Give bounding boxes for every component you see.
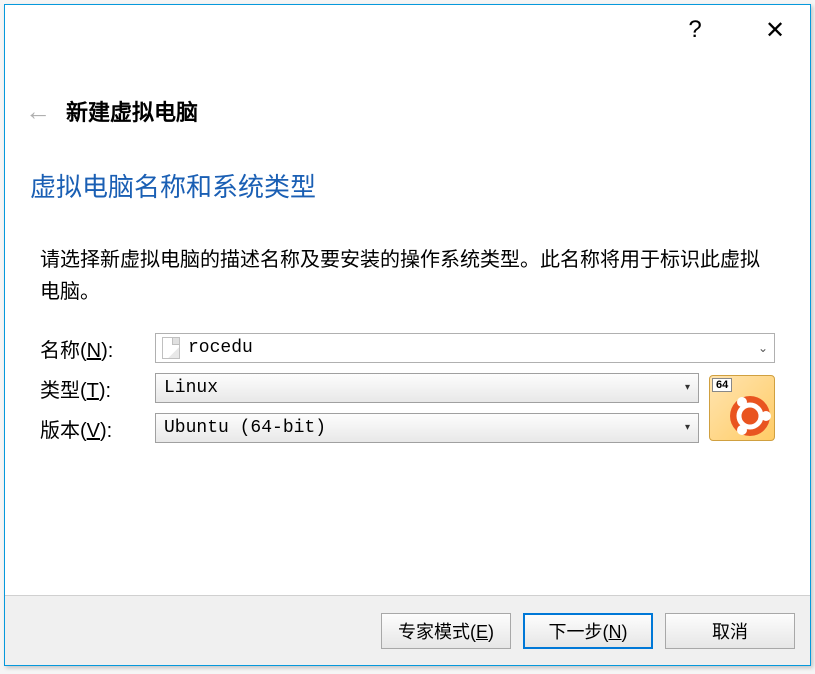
chevron-down-icon: ▾ [685, 382, 690, 394]
name-input[interactable] [188, 338, 752, 358]
type-select-value: Linux [164, 378, 218, 398]
form-area: 名称(N): ⌄ 类型(T): Linux ▾ [40, 333, 775, 453]
name-label: 名称(N): [40, 334, 155, 363]
dialog-window: ? ✕ ← 新建虚拟电脑 虚拟电脑名称和系统类型 请选择新虚拟电脑的描述名称及要… [4, 4, 811, 666]
name-input-wrapper[interactable]: ⌄ [155, 333, 775, 363]
tv-left-column: 类型(T): Linux ▾ 版本(V): Ubuntu (64-bit) ▾ [40, 373, 699, 453]
name-row: 名称(N): ⌄ [40, 333, 775, 363]
type-label: 类型(T): [40, 374, 155, 403]
footer: 专家模式(E) 下一步(N) 取消 [5, 595, 810, 665]
type-version-block: 类型(T): Linux ▾ 版本(V): Ubuntu (64-bit) ▾ [40, 373, 775, 453]
version-select[interactable]: Ubuntu (64-bit) ▾ [155, 413, 699, 443]
file-icon [162, 337, 180, 359]
ubuntu-logo-icon [722, 388, 775, 441]
section-title: 虚拟电脑名称和系统类型 [30, 167, 790, 204]
close-button[interactable]: ✕ [760, 16, 790, 45]
description-text: 请选择新虚拟电脑的描述名称及要安装的操作系统类型。此名称将用于标识此虚拟电脑。 [40, 244, 775, 308]
cancel-button[interactable]: 取消 [665, 613, 795, 649]
titlebar: ? ✕ [5, 5, 810, 55]
expert-mode-button[interactable]: 专家模式(E) [381, 613, 511, 649]
version-select-value: Ubuntu (64-bit) [164, 418, 326, 438]
name-dropdown-toggle[interactable]: ⌄ [752, 341, 774, 355]
type-select[interactable]: Linux ▾ [155, 373, 699, 403]
next-button[interactable]: 下一步(N) [523, 613, 653, 649]
back-arrow-icon[interactable]: ← [25, 96, 51, 127]
version-label: 版本(V): [40, 414, 155, 443]
os-icon: 64 [709, 375, 775, 441]
version-row: 版本(V): Ubuntu (64-bit) ▾ [40, 413, 699, 443]
help-button[interactable]: ? [680, 16, 710, 44]
wizard-title: 新建虚拟电脑 [66, 95, 198, 127]
chevron-down-icon: ▾ [685, 422, 690, 434]
wizard-header: ← 新建虚拟电脑 [25, 95, 790, 127]
content-area: ← 新建虚拟电脑 虚拟电脑名称和系统类型 请选择新虚拟电脑的描述名称及要安装的操… [5, 55, 810, 595]
type-row: 类型(T): Linux ▾ [40, 373, 699, 403]
